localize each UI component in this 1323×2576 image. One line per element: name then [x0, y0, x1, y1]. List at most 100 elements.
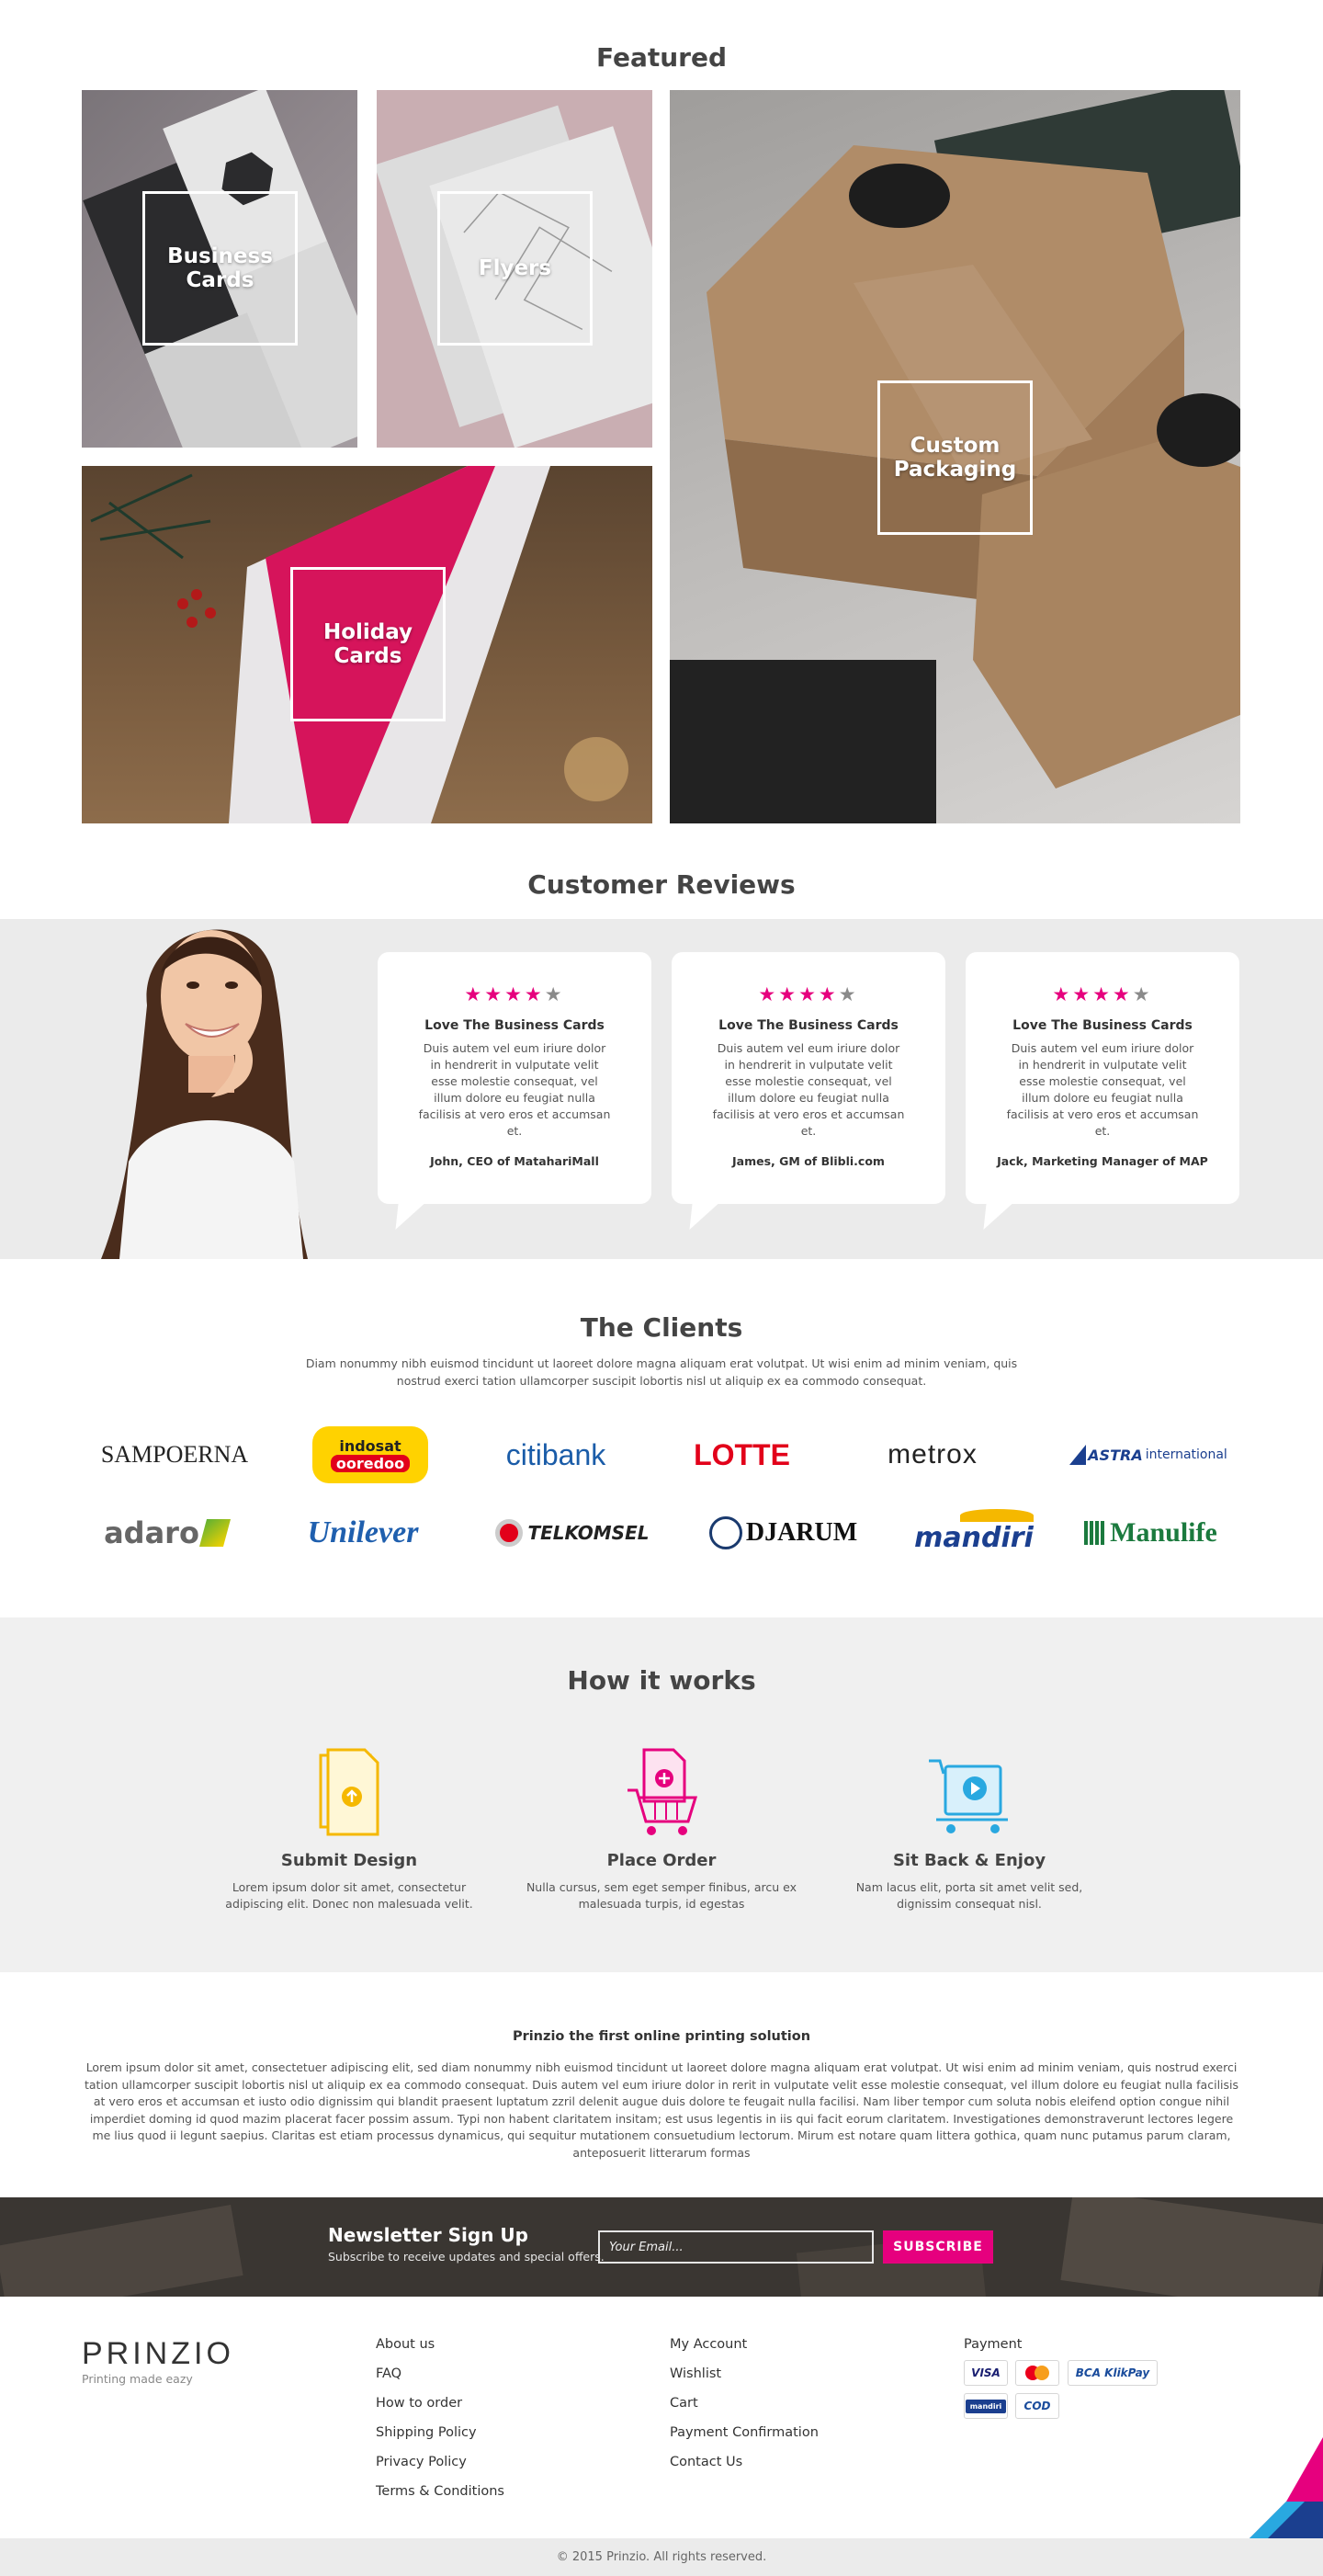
logo-astra-sub: international [1145, 1447, 1227, 1462]
review-card-3: ★★★★★ Love The Business Cards Duis autem… [966, 952, 1239, 1230]
logo-mandiri[interactable]: mandiri [905, 1504, 1043, 1559]
step-title: Sit Back & Enjoy [892, 1851, 1046, 1870]
logo-citibank[interactable]: citibank [487, 1432, 625, 1478]
step-place-order: Place Order Nulla cursus, sem eget sempe… [524, 1746, 799, 1912]
how-title: How it works [567, 1665, 756, 1696]
tile-business-cards-label: Business Cards [142, 191, 298, 346]
logo-indosat-bottom: ooredoo [330, 1455, 411, 1472]
logo-sampoerna-text: SAMPOERNA [100, 1441, 249, 1468]
payment-title: Payment [964, 2337, 1023, 2352]
footer-tagline: Printing made eazy [82, 2372, 193, 2386]
review-body: Duis autem vel eum iriure dolor in hendr… [712, 1041, 905, 1138]
review-author: John, CEO of MatahariMall [430, 1154, 599, 1168]
logo-manulife[interactable]: Manulife [1075, 1510, 1227, 1556]
shopping-cart-icon [628, 1748, 698, 1835]
review-body: Duis autem vel eum iriure dolor in hendr… [418, 1041, 611, 1138]
logo-unilever-text: Unilever [307, 1515, 419, 1549]
logo-telkomsel-text: TELKOMSEL [527, 1522, 650, 1544]
logo-astra-mark [1069, 1445, 1087, 1465]
tile-custom-packaging[interactable]: Custom Packaging [670, 90, 1240, 823]
visa-badge: VISA [964, 2360, 1008, 2386]
featured-title: Featured [595, 42, 728, 73]
logo-indosat-top: indosat [339, 1437, 401, 1455]
corner-decoration [1250, 2437, 1323, 2538]
tile-holiday-cards[interactable]: Holiday Cards [82, 466, 652, 823]
footer-link-cart[interactable]: Cart [670, 2396, 698, 2411]
document-upload-icon [319, 1748, 379, 1836]
mastercard-badge: MasterCard [1015, 2360, 1059, 2386]
mastercard-icon-2 [1035, 2366, 1049, 2380]
review-title: Love The Business Cards [718, 1018, 899, 1033]
footer-link-shipping[interactable]: Shipping Policy [376, 2425, 477, 2440]
logo-lotte[interactable]: LOTTE [675, 1432, 808, 1478]
mandiri-badge: mandiri [964, 2393, 1008, 2419]
clients-title: The Clients [580, 1312, 743, 1343]
rating-stars: ★★★★★ [758, 983, 859, 1005]
delivery-box-icon [929, 1759, 1008, 1833]
step-submit-design: Submit Design Lorem ipsum dolor sit amet… [211, 1746, 487, 1912]
step-desc: Nulla cursus, sem eget semper finibus, a… [526, 1880, 797, 1911]
logo-unilever[interactable]: Unilever [285, 1510, 441, 1556]
logo-indosat[interactable]: indosat ooredoo [311, 1424, 430, 1485]
rating-stars: ★★★★★ [1052, 983, 1153, 1005]
logo-telkomsel[interactable]: TELKOMSEL [487, 1510, 657, 1556]
footer-link-account[interactable]: My Account [670, 2337, 747, 2352]
step-title: Submit Design [280, 1851, 418, 1870]
review-card-2: ★★★★★ Love The Business Cards Duis autem… [672, 952, 945, 1230]
footer-link-payment-confirmation[interactable]: Payment Confirmation [670, 2425, 819, 2440]
footer-brand[interactable]: PRINZIO Printing made eazy [82, 2336, 234, 2386]
clients-description: Diam nonummy nibh euismod tincidunt ut l… [305, 1356, 1018, 1388]
mandiri-card-icon: mandiri [965, 2399, 1007, 2413]
tile-business-cards[interactable]: Business Cards [82, 90, 357, 448]
step-desc: Lorem ipsum dolor sit amet, consectetur … [225, 1880, 473, 1911]
footer-link-how-to-order[interactable]: How to order [376, 2396, 462, 2411]
logo-mandiri-text: mandiri [914, 1521, 1034, 1554]
logo-lotte-text: LOTTE [694, 1437, 790, 1471]
logo-adaro-text: adaro [104, 1515, 199, 1550]
footer-link-terms[interactable]: Terms & Conditions [376, 2484, 504, 2499]
logo-citibank-text: citibank [505, 1437, 606, 1471]
newsletter-title: Newsletter Sign Up [328, 2224, 528, 2246]
tile-flyers[interactable]: Flyers [377, 90, 652, 448]
tile-custom-packaging-label: Custom Packaging [877, 380, 1033, 535]
footer-logo-text: PRINZIO [82, 2336, 234, 2371]
mastercard-label: MasterCard [1016, 2361, 1017, 2362]
subscribe-button[interactable]: SUBSCRIBE [883, 2230, 993, 2264]
tile-flyers-label: Flyers [437, 191, 593, 346]
about-title: Prinzio the first online printing soluti… [512, 2029, 811, 2044]
footer-link-contact[interactable]: Contact Us [670, 2455, 742, 2469]
cod-badge: COD [1015, 2393, 1059, 2419]
logo-astra[interactable]: ASTRA international [1066, 1432, 1231, 1478]
logo-adaro[interactable]: adaro [92, 1510, 239, 1556]
step-desc: Nam lacus elit, porta sit amet velit sed… [855, 1880, 1083, 1911]
footer-link-wishlist[interactable]: Wishlist [670, 2366, 721, 2381]
bca-klikpay-badge: BCA KlikPay [1068, 2360, 1158, 2386]
logo-metrox-text: metrox [888, 1439, 978, 1470]
logo-djarum[interactable]: DJARUM [707, 1510, 859, 1556]
logo-astra-main: ASTRA [1088, 1446, 1143, 1464]
newsletter-subtitle: Subscribe to receive updates and special… [328, 2250, 605, 2264]
review-card-1: ★★★★★ Love The Business Cards Duis autem… [378, 952, 651, 1230]
rating-stars: ★★★★★ [464, 983, 565, 1005]
footer-link-faq[interactable]: FAQ [376, 2366, 401, 2381]
customer-portrait [101, 929, 308, 1259]
logo-metrox[interactable]: metrox [854, 1432, 1011, 1478]
step-title: Place Order [606, 1851, 717, 1870]
logo-indosat-shape: indosat ooredoo [312, 1426, 428, 1483]
footer-link-privacy[interactable]: Privacy Policy [376, 2455, 467, 2469]
logo-djarum-text: DJARUM [745, 1518, 858, 1547]
logo-manulife-text: Manulife [1110, 1517, 1217, 1548]
leaf-icon [198, 1519, 231, 1547]
review-author: James, GM of Blibli.com [732, 1154, 885, 1168]
review-body: Duis autem vel eum iriure dolor in hendr… [1006, 1041, 1199, 1138]
about-body: Lorem ipsum dolor sit amet, consectetuer… [84, 2060, 1239, 2160]
review-title: Love The Business Cards [1012, 1018, 1193, 1033]
logo-sampoerna[interactable]: SAMPOERNA [92, 1432, 257, 1478]
mandiri-wave-icon [960, 1508, 1034, 1522]
copyright: © 2015 Prinzio. All rights reserved. [0, 2538, 1323, 2576]
manulife-mark-icon [1084, 1521, 1107, 1545]
review-author: Jack, Marketing Manager of MAP [997, 1154, 1208, 1168]
footer-link-about[interactable]: About us [376, 2337, 435, 2352]
newsletter-email-input[interactable] [598, 2230, 874, 2264]
djarum-mark-icon [708, 1516, 742, 1549]
